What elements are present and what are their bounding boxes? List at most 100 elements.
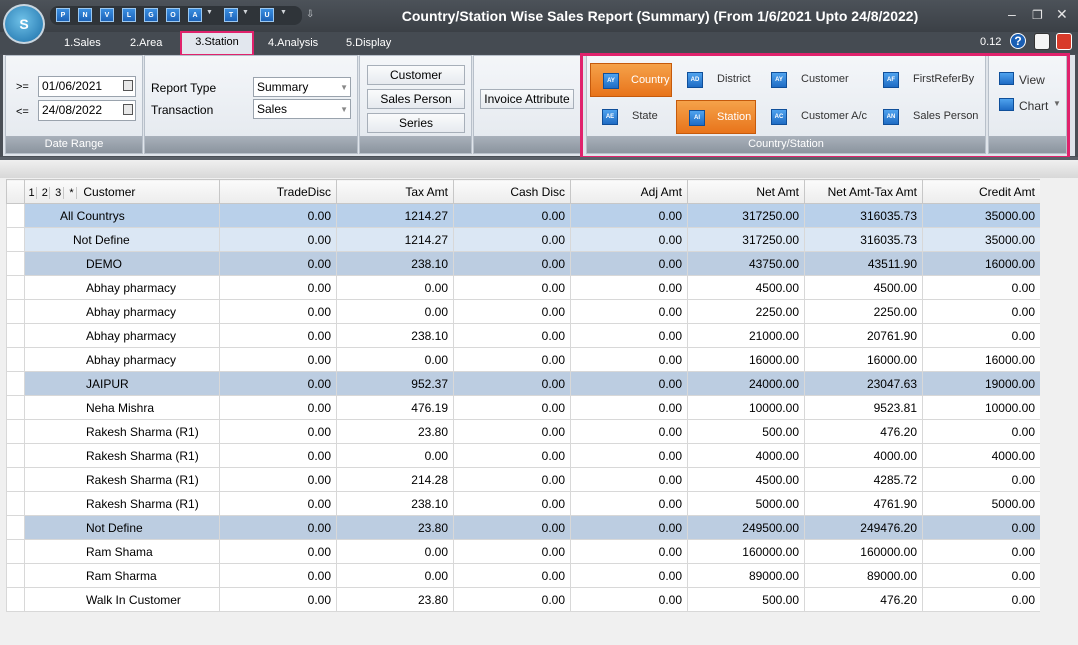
table-row[interactable]: Rakesh Sharma (R1) 0.00 214.28 0.00 0.00 4500… xyxy=(6,467,1041,492)
qat-button-a[interactable]: A xyxy=(188,8,202,22)
invoice-attribute-button[interactable]: Invoice Attribute xyxy=(480,89,574,109)
qat-dropdown-icon[interactable]: ▼ xyxy=(280,9,287,16)
cash-disc-cell[interactable]: 0.00 xyxy=(453,491,571,516)
adj-amt-cell[interactable]: 0.00 xyxy=(570,323,688,348)
adj-amt-cell[interactable]: 0.00 xyxy=(570,443,688,468)
net-amt-cell[interactable]: 2250.00 xyxy=(687,299,805,324)
tax-amt-column-header[interactable]: Tax Amt xyxy=(336,179,454,204)
minimize-button[interactable]: – xyxy=(1008,6,1016,22)
net-amt-cell[interactable]: 16000.00 xyxy=(687,347,805,372)
adj-amt-cell[interactable]: 0.00 xyxy=(570,587,688,612)
row-indicator[interactable] xyxy=(6,371,25,396)
cash-disc-cell[interactable]: 0.00 xyxy=(453,323,571,348)
qat-button-u[interactable]: U xyxy=(260,8,274,22)
table-row[interactable]: Neha Mishra 0.00 476.19 0.00 0.00 10000.00 952… xyxy=(6,395,1041,420)
customer-cell[interactable]: Rakesh Sharma (R1) xyxy=(24,443,220,468)
cash-disc-cell[interactable]: 0.00 xyxy=(453,395,571,420)
trade-disc-cell[interactable]: 0.00 xyxy=(219,467,337,492)
table-row[interactable]: Abhay pharmacy 0.00 0.00 0.00 0.00 4500.00 450… xyxy=(6,275,1041,300)
tax-amt-cell[interactable]: 0.00 xyxy=(336,347,454,372)
customer-column-header[interactable]: 1 2 3 * Customer xyxy=(24,179,220,204)
row-indicator[interactable] xyxy=(6,275,25,300)
net-amt-tax-amt-cell[interactable]: 4761.90 xyxy=(804,491,923,516)
adj-amt-cell[interactable]: 0.00 xyxy=(570,371,688,396)
net-amt-cell[interactable]: 4000.00 xyxy=(687,443,805,468)
cash-disc-cell[interactable]: 0.00 xyxy=(453,203,571,228)
row-indicator[interactable] xyxy=(6,347,25,372)
customer-cell[interactable]: Walk In Customer xyxy=(24,587,220,612)
trade-disc-cell[interactable]: 0.00 xyxy=(219,491,337,516)
cash-disc-cell[interactable]: 0.00 xyxy=(453,347,571,372)
adj-amt-cell[interactable]: 0.00 xyxy=(570,419,688,444)
net-amt-tax-amt-cell[interactable]: 2250.00 xyxy=(804,299,923,324)
qat-button-p[interactable]: P xyxy=(56,8,70,22)
credit-amt-column-header[interactable]: Credit Amt xyxy=(922,179,1041,204)
qat-button-t[interactable]: T xyxy=(224,8,238,22)
net-amt-tax-amt-cell[interactable]: 4000.00 xyxy=(804,443,923,468)
trade-disc-cell[interactable]: 0.00 xyxy=(219,539,337,564)
net-amt-tax-amt-cell[interactable]: 476.20 xyxy=(804,587,923,612)
tax-amt-cell[interactable]: 0.00 xyxy=(336,299,454,324)
to-date-field[interactable]: 24/08/2022 xyxy=(38,100,136,121)
cash-disc-cell[interactable]: 0.00 xyxy=(453,563,571,588)
row-indicator[interactable] xyxy=(6,467,25,492)
net-amt-tax-amt-cell[interactable]: 16000.00 xyxy=(804,347,923,372)
credit-amt-cell[interactable]: 5000.00 xyxy=(922,491,1041,516)
cash-disc-cell[interactable]: 0.00 xyxy=(453,371,571,396)
tax-amt-cell[interactable]: 238.10 xyxy=(336,491,454,516)
net-amt-tax-amt-cell[interactable]: 160000.00 xyxy=(804,539,923,564)
trade-disc-cell[interactable]: 0.00 xyxy=(219,323,337,348)
credit-amt-cell[interactable]: 0.00 xyxy=(922,467,1041,492)
credit-amt-cell[interactable]: 0.00 xyxy=(922,275,1041,300)
table-row[interactable]: Ram Sharma 0.00 0.00 0.00 0.00 89000.00 89000.… xyxy=(6,563,1041,588)
credit-amt-cell[interactable]: 0.00 xyxy=(922,563,1041,588)
adj-amt-cell[interactable]: 0.00 xyxy=(570,491,688,516)
table-row[interactable]: Not Define 0.00 23.80 0.00 0.00 249500.00 2494… xyxy=(6,515,1041,540)
credit-amt-cell[interactable]: 0.00 xyxy=(922,539,1041,564)
trade-disc-column-header[interactable]: TradeDisc xyxy=(219,179,337,204)
adj-amt-column-header[interactable]: Adj Amt xyxy=(570,179,688,204)
net-amt-tax-amt-cell[interactable]: 23047.63 xyxy=(804,371,923,396)
tab-display[interactable]: 5.Display xyxy=(346,37,391,49)
trade-disc-cell[interactable]: 0.00 xyxy=(219,251,337,276)
tax-amt-cell[interactable]: 0.00 xyxy=(336,563,454,588)
customer-cell[interactable]: Abhay pharmacy xyxy=(24,347,220,372)
customer-cell[interactable]: Neha Mishra xyxy=(24,395,220,420)
table-row[interactable]: Rakesh Sharma (R1) 0.00 23.80 0.00 0.00 500.0… xyxy=(6,419,1041,444)
net-amt-tax-amt-cell[interactable]: 4285.72 xyxy=(804,467,923,492)
level-1-button[interactable]: 1 xyxy=(27,186,37,199)
customer-cell[interactable]: All Countrys xyxy=(24,203,220,228)
report-type-select[interactable]: Summary ▼ xyxy=(253,77,351,97)
net-amt-cell[interactable]: 24000.00 xyxy=(687,371,805,396)
row-indicator[interactable] xyxy=(6,587,25,612)
trade-disc-cell[interactable]: 0.00 xyxy=(219,275,337,300)
customer-cell[interactable]: Ram Sharma xyxy=(24,563,220,588)
table-row[interactable]: Abhay pharmacy 0.00 0.00 0.00 0.00 16000.00 16… xyxy=(6,347,1041,372)
row-indicator[interactable] xyxy=(6,515,25,540)
qat-button-l[interactable]: L xyxy=(122,8,136,22)
trade-disc-cell[interactable]: 0.00 xyxy=(219,419,337,444)
customer-cell[interactable]: DEMO xyxy=(24,251,220,276)
credit-amt-cell[interactable]: 0.00 xyxy=(922,299,1041,324)
net-amt-cell[interactable]: 10000.00 xyxy=(687,395,805,420)
row-indicator[interactable] xyxy=(6,323,25,348)
table-row[interactable]: JAIPUR 0.00 952.37 0.00 0.00 24000.00 23047.63… xyxy=(6,371,1041,396)
trade-disc-cell[interactable]: 0.00 xyxy=(219,203,337,228)
adj-amt-cell[interactable]: 0.00 xyxy=(570,515,688,540)
trade-disc-cell[interactable]: 0.00 xyxy=(219,587,337,612)
net-amt-cell[interactable]: 5000.00 xyxy=(687,491,805,516)
adj-amt-cell[interactable]: 0.00 xyxy=(570,251,688,276)
cash-disc-cell[interactable]: 0.00 xyxy=(453,443,571,468)
cash-disc-cell[interactable]: 0.00 xyxy=(453,227,571,252)
customer-cell[interactable]: Abhay pharmacy xyxy=(24,323,220,348)
table-row[interactable]: DEMO 0.00 238.10 0.00 0.00 43750.00 43511.90 16… xyxy=(6,251,1041,276)
row-indicator[interactable] xyxy=(6,251,25,276)
from-date-field[interactable]: 01/06/2021 xyxy=(38,76,136,97)
qat-button-n[interactable]: N xyxy=(78,8,92,22)
table-row[interactable]: Abhay pharmacy 0.00 238.10 0.00 0.00 21000.00… xyxy=(6,323,1041,348)
close-button[interactable]: ✕ xyxy=(1056,6,1068,23)
credit-amt-cell[interactable]: 35000.00 xyxy=(922,203,1041,228)
calendar-icon[interactable] xyxy=(123,104,133,115)
customer-filter-button[interactable]: Customer xyxy=(367,65,465,85)
tax-amt-cell[interactable]: 238.10 xyxy=(336,251,454,276)
